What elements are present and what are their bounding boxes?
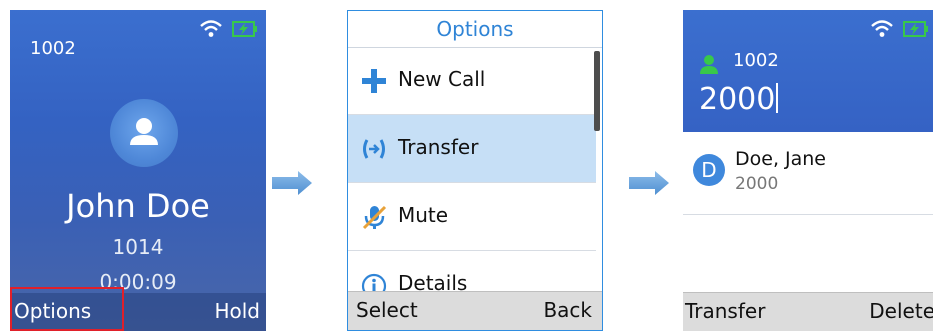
in-call-screen: 1002 John Doe 1014 0:00:09 Options Hold xyxy=(10,10,266,331)
dial-header: 1002 2000 xyxy=(683,10,933,132)
scrollbar[interactable] xyxy=(594,51,600,131)
wifi-icon xyxy=(200,20,222,37)
transfer-icon xyxy=(363,139,385,159)
contact-result-name: Doe, Jane xyxy=(735,148,827,170)
menu-item-new-call[interactable]: New Call xyxy=(348,47,596,115)
extension-number: 1002 xyxy=(733,50,779,71)
dialed-digits: 2000 xyxy=(699,82,776,117)
options-highlight-box xyxy=(10,287,124,331)
contact-number: 1014 xyxy=(112,235,164,259)
plus-icon xyxy=(362,69,386,93)
contact-avatar xyxy=(110,99,178,167)
menu-item-label: Transfer xyxy=(398,135,479,159)
person-icon xyxy=(130,118,158,145)
battery-charging-icon xyxy=(232,21,257,37)
text-cursor xyxy=(776,83,779,113)
wifi-icon xyxy=(871,20,893,37)
extension-number: 1002 xyxy=(30,38,76,59)
menu-item-transfer[interactable]: Transfer xyxy=(348,115,596,183)
menu-item-label: Mute xyxy=(398,203,449,227)
delete-softkey[interactable]: Delete xyxy=(869,299,933,323)
hold-softkey[interactable]: Hold xyxy=(214,299,260,323)
dial-input[interactable]: 2000 xyxy=(699,82,779,117)
step-arrow-icon xyxy=(272,171,312,195)
select-softkey[interactable]: Select xyxy=(356,298,418,322)
softkey-bar: Select Back xyxy=(348,291,602,330)
menu-item-mute[interactable]: Mute xyxy=(348,183,596,251)
account-icon xyxy=(700,55,718,74)
softkey-bar: Transfer Delete xyxy=(683,292,933,331)
battery-charging-icon xyxy=(903,21,928,37)
contact-result-number: 2000 xyxy=(735,174,779,194)
menu-item-label: New Call xyxy=(398,67,486,91)
contact-initial-badge: D xyxy=(693,154,725,186)
status-bar xyxy=(200,20,258,38)
status-bar xyxy=(871,20,929,38)
options-screen: Options New Call Transfer Mute Details S… xyxy=(347,10,603,331)
contact-result[interactable]: D Doe, Jane 2000 xyxy=(683,132,933,215)
mute-icon xyxy=(362,205,387,230)
transfer-dial-screen: 1002 2000 D Doe, Jane 2000 Transfer Dele… xyxy=(683,10,933,331)
options-title: Options xyxy=(348,11,602,48)
contact-name: John Doe xyxy=(66,187,210,225)
back-softkey[interactable]: Back xyxy=(543,298,592,322)
transfer-softkey[interactable]: Transfer xyxy=(685,299,765,323)
step-arrow-icon xyxy=(629,171,669,195)
